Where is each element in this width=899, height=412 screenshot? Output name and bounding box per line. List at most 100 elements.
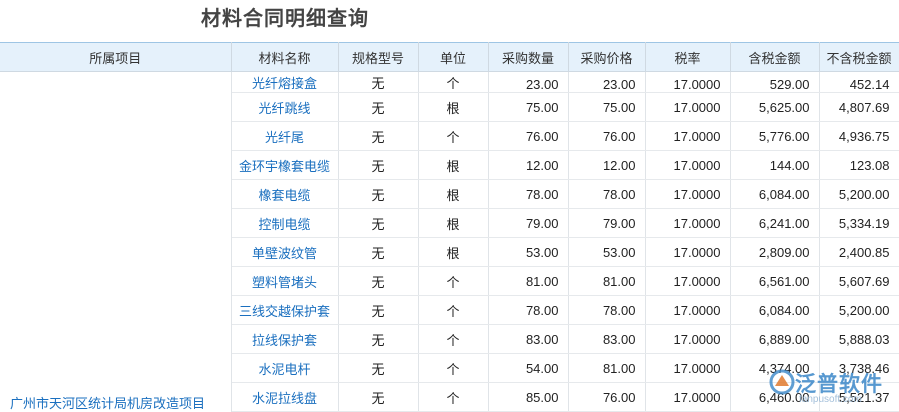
qty-cell: 78.00 bbox=[488, 295, 569, 325]
unit-cell: 根 bbox=[418, 208, 489, 238]
price-cell: 12.00 bbox=[568, 150, 646, 180]
material-name-cell[interactable]: 光纤熔接盒 bbox=[231, 71, 339, 93]
unit-cell: 个 bbox=[418, 266, 489, 296]
amount-without-tax-cell: 5,607.69 bbox=[819, 266, 899, 296]
amount-without-tax-cell: 5,334.19 bbox=[819, 208, 899, 238]
amount-with-tax-cell: 5,625.00 bbox=[730, 92, 820, 122]
spec-cell: 无 bbox=[338, 150, 419, 180]
tax-rate-cell: 17.0000 bbox=[645, 179, 731, 209]
qty-cell: 83.00 bbox=[488, 324, 569, 354]
amount-without-tax-cell: 2,400.85 bbox=[819, 237, 899, 267]
amount-with-tax-cell: 6,241.00 bbox=[730, 208, 820, 238]
material-name-cell[interactable]: 拉线保护套 bbox=[231, 324, 339, 354]
material-name-cell[interactable]: 橡套电缆 bbox=[231, 179, 339, 209]
amount-without-tax-cell: 452.14 bbox=[819, 71, 899, 93]
spec-cell: 无 bbox=[338, 179, 419, 209]
tax-rate-cell: 17.0000 bbox=[645, 121, 731, 151]
material-name-cell[interactable]: 光纤尾 bbox=[231, 121, 339, 151]
amount-without-tax-cell: 4,807.69 bbox=[819, 92, 899, 122]
unit-cell: 个 bbox=[418, 353, 489, 383]
spec-cell: 无 bbox=[338, 382, 419, 412]
price-cell: 78.00 bbox=[568, 179, 646, 209]
qty-cell: 23.00 bbox=[488, 71, 569, 93]
tax-rate-cell: 17.0000 bbox=[645, 295, 731, 325]
material-name-cell[interactable]: 控制电缆 bbox=[231, 208, 339, 238]
amount-with-tax-cell: 5,776.00 bbox=[730, 121, 820, 151]
qty-cell: 81.00 bbox=[488, 266, 569, 296]
qty-cell: 54.00 bbox=[488, 353, 569, 383]
qty-cell: 79.00 bbox=[488, 208, 569, 238]
unit-cell: 个 bbox=[418, 382, 489, 412]
page-title: 材料合同明细查询 bbox=[201, 8, 369, 30]
column-tax-rate-header[interactable]: 税率 bbox=[645, 42, 731, 72]
brand-domain: fanpusoft.com bbox=[799, 394, 862, 405]
column-amount-without-tax-header[interactable]: 不含税金额 bbox=[819, 42, 899, 72]
amount-with-tax-cell: 6,889.00 bbox=[730, 324, 820, 354]
material-name-cell[interactable]: 光纤跳线 bbox=[231, 92, 339, 122]
amount-with-tax-cell: 529.00 bbox=[730, 71, 820, 93]
material-name-cell[interactable]: 水泥电杆 bbox=[231, 353, 339, 383]
price-cell: 53.00 bbox=[568, 237, 646, 267]
material-name-cell[interactable]: 塑料管堵头 bbox=[231, 266, 339, 296]
price-cell: 79.00 bbox=[568, 208, 646, 238]
material-contract-grid: 所属项目 材料名称 规格型号 单位 采购数量 采购价格 税率 含税金额 不含税金额 广州市天河区… bbox=[0, 42, 899, 412]
column-project-header[interactable]: 所属项目 bbox=[0, 42, 232, 72]
price-cell: 76.00 bbox=[568, 121, 646, 151]
unit-cell: 个 bbox=[418, 324, 489, 354]
spec-cell: 无 bbox=[338, 353, 419, 383]
unit-cell: 根 bbox=[418, 150, 489, 180]
amount-with-tax-cell: 144.00 bbox=[730, 150, 820, 180]
table-header-row: 所属项目 材料名称 规格型号 单位 采购数量 采购价格 税率 含税金额 不含税金额 bbox=[0, 42, 899, 72]
material-name-cell[interactable]: 金环宇橡套电缆 bbox=[231, 150, 339, 180]
brand-logo-icon bbox=[769, 369, 795, 395]
qty-cell: 78.00 bbox=[488, 179, 569, 209]
unit-cell: 根 bbox=[418, 237, 489, 267]
unit-cell: 根 bbox=[418, 92, 489, 122]
qty-cell: 76.00 bbox=[488, 121, 569, 151]
spec-cell: 无 bbox=[338, 324, 419, 354]
material-table: 所属项目 材料名称 规格型号 单位 采购数量 采购价格 税率 含税金额 不含税金额 广州市天河区… bbox=[0, 42, 899, 412]
amount-with-tax-cell: 6,084.00 bbox=[730, 179, 820, 209]
amount-without-tax-cell: 5,888.03 bbox=[819, 324, 899, 354]
qty-cell: 75.00 bbox=[488, 92, 569, 122]
price-cell: 76.00 bbox=[568, 382, 646, 412]
price-cell: 78.00 bbox=[568, 295, 646, 325]
spec-cell: 无 bbox=[338, 237, 419, 267]
spec-cell: 无 bbox=[338, 208, 419, 238]
tax-rate-cell: 17.0000 bbox=[645, 382, 731, 412]
unit-cell: 根 bbox=[418, 179, 489, 209]
column-qty-header[interactable]: 采购数量 bbox=[488, 42, 569, 72]
tax-rate-cell: 17.0000 bbox=[645, 208, 731, 238]
column-price-header[interactable]: 采购价格 bbox=[568, 42, 646, 72]
spec-cell: 无 bbox=[338, 71, 419, 93]
brand-watermark: 泛普软件 fanpusoft.com bbox=[763, 362, 899, 412]
qty-cell: 12.00 bbox=[488, 150, 569, 180]
spec-cell: 无 bbox=[338, 295, 419, 325]
table-row[interactable]: 广州市天河区统计局机房改造项目 光纤熔接盒无个 23.00 23.00 17.0000 5… bbox=[0, 71, 899, 412]
amount-with-tax-cell: 2,809.00 bbox=[730, 237, 820, 267]
project-cell[interactable]: 广州市天河区统计局机房改造项目 bbox=[0, 71, 232, 412]
column-material-name-header[interactable]: 材料名称 bbox=[231, 42, 339, 72]
tax-rate-cell: 17.0000 bbox=[645, 266, 731, 296]
column-amount-with-tax-header[interactable]: 含税金额 bbox=[730, 42, 820, 72]
material-name-cell[interactable]: 三线交越保护套 bbox=[231, 295, 339, 325]
amount-with-tax-cell: 6,561.00 bbox=[730, 266, 820, 296]
price-cell: 75.00 bbox=[568, 92, 646, 122]
qty-cell: 53.00 bbox=[488, 237, 569, 267]
unit-cell: 个 bbox=[418, 71, 489, 93]
qty-cell: 85.00 bbox=[488, 382, 569, 412]
amount-without-tax-cell: 4,936.75 bbox=[819, 121, 899, 151]
material-name-cell[interactable]: 单壁波纹管 bbox=[231, 237, 339, 267]
price-cell: 81.00 bbox=[568, 266, 646, 296]
tax-rate-cell: 17.0000 bbox=[645, 92, 731, 122]
column-spec-header[interactable]: 规格型号 bbox=[338, 42, 419, 72]
tax-rate-cell: 17.0000 bbox=[645, 324, 731, 354]
spec-cell: 无 bbox=[338, 121, 419, 151]
tax-rate-cell: 17.0000 bbox=[645, 237, 731, 267]
column-unit-header[interactable]: 单位 bbox=[418, 42, 489, 72]
amount-without-tax-cell: 123.08 bbox=[819, 150, 899, 180]
material-name-cell[interactable]: 水泥拉线盘 bbox=[231, 382, 339, 412]
price-cell: 23.00 bbox=[568, 71, 646, 93]
amount-with-tax-cell: 6,084.00 bbox=[730, 295, 820, 325]
tax-rate-cell: 17.0000 bbox=[645, 71, 731, 93]
